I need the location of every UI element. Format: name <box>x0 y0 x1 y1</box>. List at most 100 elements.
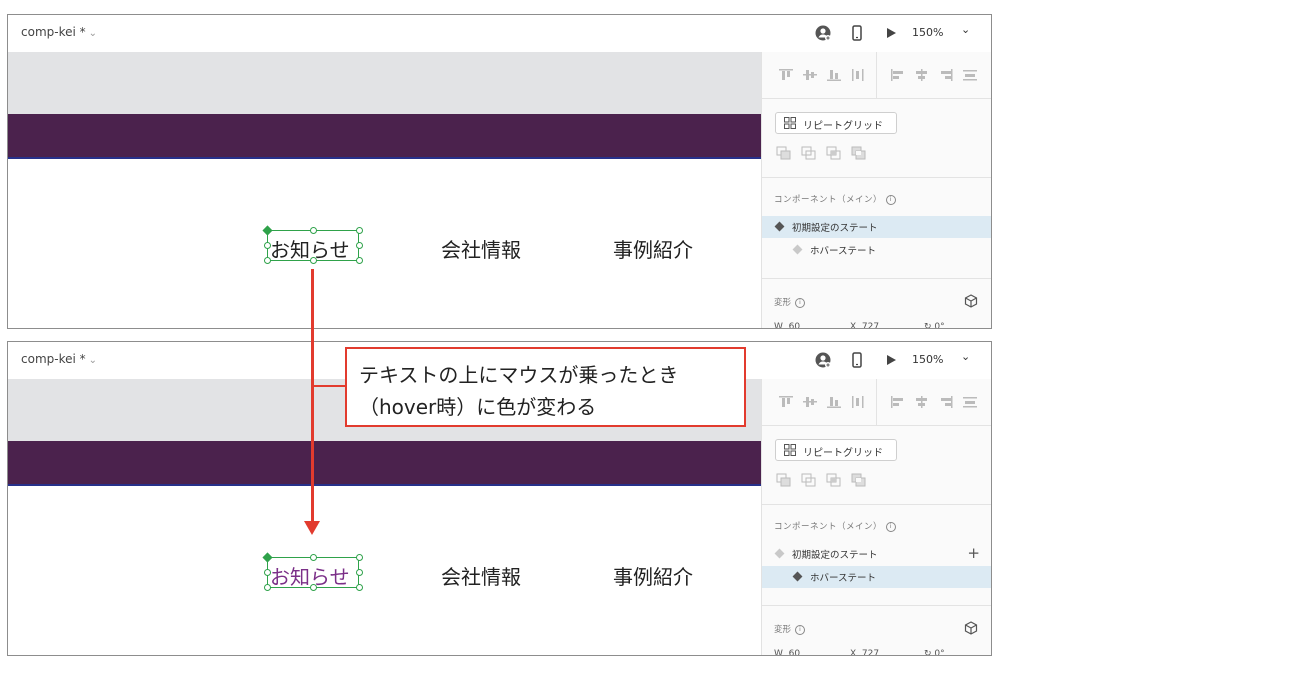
nav-item-cases[interactable]: 事例紹介 <box>613 561 693 590</box>
play-icon[interactable] <box>882 351 900 369</box>
info-icon[interactable]: i <box>886 194 897 205</box>
component-section: コンポーネント（メイン）i + 初期設定のステート ホバーステート <box>762 178 991 279</box>
x-field[interactable]: X 727 <box>850 322 880 329</box>
callout-line-1: テキストの上にマウスが乗ったとき <box>359 363 679 387</box>
width-label: W <box>774 649 783 656</box>
align-middle-icon[interactable] <box>802 395 818 409</box>
annotation-callout: テキストの上にマウスが乗ったとき （hover時）に色が変わる <box>345 347 746 427</box>
resize-handle[interactable] <box>264 257 271 264</box>
chevron-down-icon[interactable]: ⌄ <box>961 350 970 363</box>
boolean-intersect-icon[interactable] <box>826 146 842 160</box>
align-top-icon[interactable] <box>778 395 794 409</box>
align-center-icon[interactable] <box>914 68 930 82</box>
info-icon[interactable]: i <box>795 624 806 635</box>
x-field[interactable]: X 727 <box>850 649 880 656</box>
state-default-label: 初期設定のステート <box>792 550 878 561</box>
title-bar: comp-kei * ⌄ 150% ⌄ <box>8 15 991 52</box>
align-center-icon[interactable] <box>914 395 930 409</box>
state-hover[interactable]: ホバーステート <box>762 566 991 588</box>
document-title-text: comp-kei * <box>21 25 86 39</box>
boolean-exclude-icon[interactable] <box>851 146 867 160</box>
nav-item-cases[interactable]: 事例紹介 <box>613 234 693 263</box>
info-icon[interactable]: i <box>886 521 897 532</box>
repeat-grid-button[interactable]: リピートグリッド <box>775 112 897 134</box>
resize-handle[interactable] <box>356 257 363 264</box>
x-value: 727 <box>861 649 880 656</box>
align-right-icon[interactable] <box>938 68 954 82</box>
transform-label-text: 変形 <box>774 625 792 635</box>
distribute-horizontal-icon[interactable] <box>962 395 978 409</box>
align-middle-icon[interactable] <box>802 68 818 82</box>
chevron-down-icon[interactable]: ⌄ <box>961 23 970 36</box>
resize-handle[interactable] <box>264 242 271 249</box>
rotation-value: 0° <box>934 322 945 329</box>
boolean-exclude-icon[interactable] <box>851 473 867 487</box>
resize-handle[interactable] <box>356 227 363 234</box>
document-title[interactable]: comp-kei * ⌄ <box>21 25 97 39</box>
transform-section: 変形 i W 60 X 727 ↻ 0° <box>762 606 991 656</box>
width-field[interactable]: W 60 <box>774 322 800 329</box>
component-label-text: コンポーネント（メイン） <box>774 522 883 532</box>
distribute-vertical-icon[interactable] <box>850 395 866 409</box>
resize-handle[interactable] <box>356 569 363 576</box>
width-field[interactable]: W 60 <box>774 649 801 656</box>
document-title-text: comp-kei * <box>21 352 86 366</box>
resize-handle[interactable] <box>310 554 317 561</box>
state-default[interactable]: 初期設定のステート <box>762 543 991 565</box>
resize-handle[interactable] <box>356 242 363 249</box>
user-icon[interactable] <box>814 24 832 42</box>
cube-icon[interactable] <box>964 621 978 635</box>
repeat-grid-button[interactable]: リピートグリッド <box>775 439 897 461</box>
resize-handle[interactable] <box>310 584 317 591</box>
nav-item-company[interactable]: 会社情報 <box>441 561 521 590</box>
align-right-icon[interactable] <box>938 395 954 409</box>
annotation-connector <box>313 385 347 387</box>
state-default[interactable]: 初期設定のステート <box>762 216 991 238</box>
mobile-preview-icon[interactable] <box>848 24 866 42</box>
resize-handle[interactable] <box>264 584 271 591</box>
component-diamond-icon <box>792 244 803 255</box>
boolean-subtract-icon[interactable] <box>801 146 817 160</box>
resize-handle[interactable] <box>264 569 271 576</box>
boolean-add-icon[interactable] <box>776 473 792 487</box>
align-left-icon[interactable] <box>890 68 906 82</box>
width-value: 60 <box>788 649 801 656</box>
zoom-level[interactable]: 150% <box>912 26 943 39</box>
resize-handle[interactable] <box>310 257 317 264</box>
resize-handle[interactable] <box>310 227 317 234</box>
rotation-field[interactable]: ↻ 0° <box>924 322 945 329</box>
state-hover-label: ホバーステート <box>810 246 877 257</box>
resize-handle[interactable] <box>356 554 363 561</box>
chevron-down-icon[interactable]: ⌄ <box>89 355 97 366</box>
user-icon[interactable] <box>814 351 832 369</box>
width-label: W <box>774 322 783 329</box>
canvas-background <box>8 52 761 114</box>
component-label-text: コンポーネント（メイン） <box>774 195 883 205</box>
chevron-down-icon[interactable]: ⌄ <box>89 28 97 39</box>
component-diamond-icon <box>774 548 785 559</box>
boolean-add-icon[interactable] <box>776 146 792 160</box>
align-bottom-icon[interactable] <box>826 68 842 82</box>
screenshot-default-state: comp-kei * ⌄ 150% ⌄ お知らせ 会社情報 事例紹介 リピートグ… <box>7 14 992 329</box>
mobile-preview-icon[interactable] <box>848 351 866 369</box>
rotate-icon: ↻ <box>924 649 932 656</box>
resize-handle[interactable] <box>356 584 363 591</box>
x-value: 727 <box>861 322 880 329</box>
play-icon[interactable] <box>882 24 900 42</box>
zoom-level[interactable]: 150% <box>912 353 943 366</box>
info-icon[interactable]: i <box>795 297 806 308</box>
rotation-field[interactable]: ↻ 0° <box>924 649 945 656</box>
document-title[interactable]: comp-kei * ⌄ <box>21 352 97 366</box>
state-hover[interactable]: ホバーステート <box>762 239 991 261</box>
boolean-subtract-icon[interactable] <box>801 473 817 487</box>
align-bottom-icon[interactable] <box>826 395 842 409</box>
nav-item-company[interactable]: 会社情報 <box>441 234 521 263</box>
boolean-intersect-icon[interactable] <box>826 473 842 487</box>
state-hover-label: ホバーステート <box>810 573 877 584</box>
distribute-horizontal-icon[interactable] <box>962 68 978 82</box>
align-top-icon[interactable] <box>778 68 794 82</box>
state-default-label: 初期設定のステート <box>792 223 878 234</box>
distribute-vertical-icon[interactable] <box>850 68 866 82</box>
cube-icon[interactable] <box>964 294 978 308</box>
align-left-icon[interactable] <box>890 395 906 409</box>
